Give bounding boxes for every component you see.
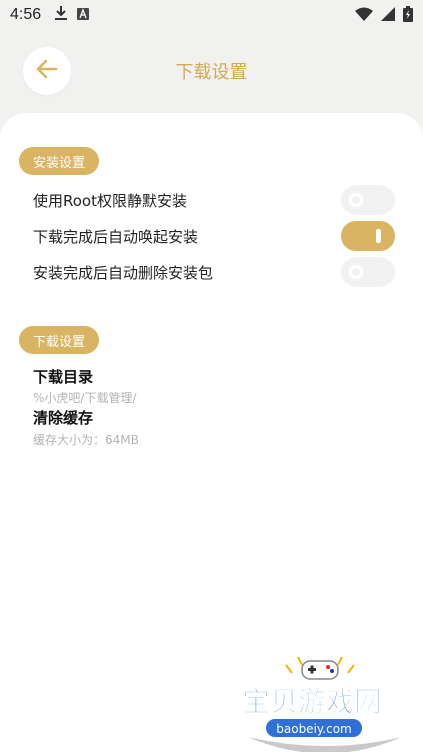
toggle-knob xyxy=(376,229,381,243)
clear-cache-title[interactable]: 清除缓存 xyxy=(33,407,93,428)
setting-label: 使用Root权限静默安装 xyxy=(33,191,187,210)
setting-row-root-silent-install: 使用Root权限静默安装 xyxy=(33,185,395,215)
download-settings-badge: 下载设置 xyxy=(19,326,100,354)
battery-charging-icon xyxy=(403,6,413,26)
page-title: 下载设置 xyxy=(175,62,248,83)
status-right xyxy=(355,6,413,26)
font-a-icon xyxy=(77,6,90,24)
watermark-text: 宝贝游戏网 xyxy=(242,685,382,718)
install-settings-badge: 安装设置 xyxy=(19,147,100,175)
auto-delete-package-toggle[interactable] xyxy=(341,257,395,287)
cache-size-text: 缓存大小为：64MB xyxy=(33,433,139,447)
auto-launch-install-toggle[interactable] xyxy=(341,221,395,251)
setting-row-auto-delete-package: 安装完成后自动删除安装包 xyxy=(33,257,395,287)
watermark-graphic: 宝贝游戏网 baobeiy.com xyxy=(242,656,402,752)
download-directory-path: %小虎吧/下载管理/ xyxy=(33,391,137,405)
signal-icon xyxy=(381,7,395,25)
root-silent-install-toggle[interactable] xyxy=(341,185,395,215)
screen: 4:56 下载设置 安装设置 使用Root权限静默安装 下载完成后自动唤起安装 … xyxy=(0,0,423,752)
toggle-knob xyxy=(349,265,363,279)
setting-label: 下载完成后自动唤起安装 xyxy=(33,227,199,246)
status-time: 4:56 xyxy=(10,6,42,23)
watermark-logo: 宝贝游戏网 baobeiy.com xyxy=(240,655,410,752)
header: 下载设置 xyxy=(0,38,423,102)
watermark-url: baobeiy.com xyxy=(276,722,351,736)
download-directory-title[interactable]: 下载目录 xyxy=(33,366,93,387)
status-bar: 4:56 xyxy=(0,0,423,30)
wifi-icon xyxy=(355,7,373,25)
setting-label: 安装完成后自动删除安装包 xyxy=(33,263,214,282)
setting-row-auto-launch-install: 下载完成后自动唤起安装 xyxy=(33,221,395,251)
gamepad-icon xyxy=(301,660,339,680)
download-icon xyxy=(55,6,68,24)
toggle-knob xyxy=(349,193,363,207)
